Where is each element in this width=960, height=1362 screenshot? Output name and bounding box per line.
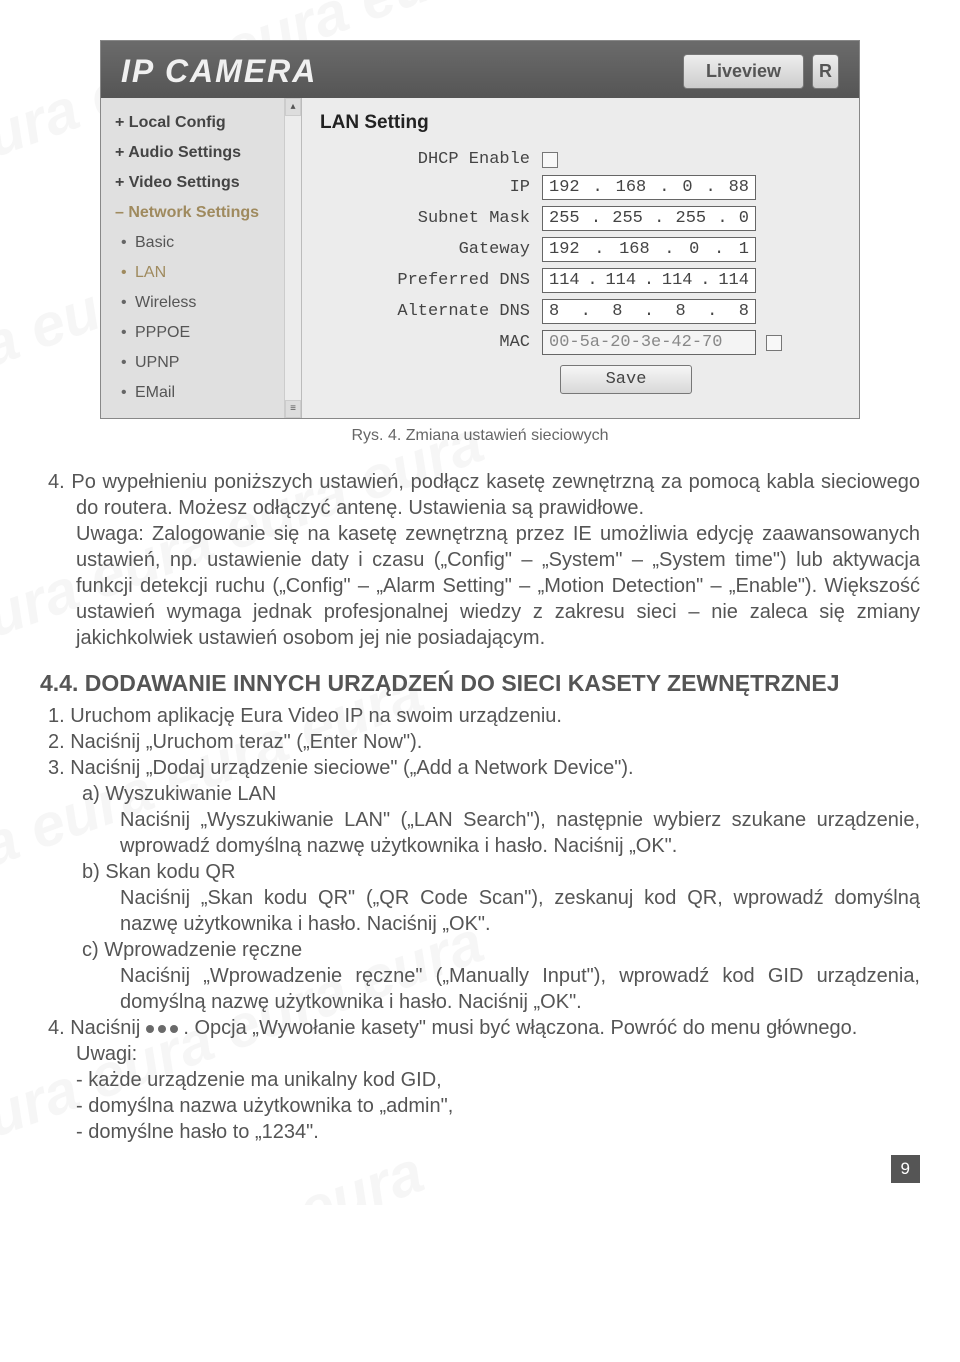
gateway-input[interactable]: 192. 168. 0. 1 (542, 237, 756, 262)
ip-oct3: 0 (682, 178, 692, 197)
step-3a-body: Naciśnij „Wyszukiwanie LAN" („LAN Search… (40, 807, 920, 859)
step-3c-heading: c) Wprowadzenie ręczne (40, 937, 920, 963)
three-dots-icon (146, 1025, 178, 1033)
step-3b-heading: b) Skan kodu QR (40, 859, 920, 885)
step-3a-heading: a) Wyszukiwanie LAN (40, 781, 920, 807)
step-1: 1. Uruchom aplikację Eura Video IP na sw… (40, 703, 920, 729)
sidebar-item-network[interactable]: – Network Settings (101, 198, 301, 228)
ip-oct1: 192 (549, 178, 580, 197)
sidebar-item-email[interactable]: EMail (101, 378, 301, 408)
label-mac: MAC (350, 333, 542, 352)
liveview-button[interactable]: Liveview (683, 54, 804, 89)
ip-oct2: 168 (616, 178, 647, 197)
screenshot-lan-setting: IP CAMERA Liveview R + Local Config + Au… (100, 40, 860, 419)
note-1: - każde urządzenie ma unikalny kod GID, (76, 1067, 920, 1093)
paragraph-4-note: Uwaga: Zalogowanie się na kasetę zewnętr… (40, 521, 920, 651)
section-heading-4-4: 4.4. DODAWANIE INNYCH URZĄDZEŃ DO SIECI … (40, 669, 920, 699)
screenshot-topbar: IP CAMERA Liveview R (101, 41, 859, 98)
ip-input[interactable]: 192. 168. 0. 88 (542, 175, 756, 200)
logo-text: IP CAMERA (121, 53, 317, 90)
note-3: - domyślne hasło to „1234". (76, 1119, 920, 1145)
note-2: - domyślna nazwa użytkownika to „admin", (76, 1093, 920, 1119)
mac-field: 00-5a-20-3e-42-70 (542, 330, 756, 355)
scroll-up-icon[interactable]: ▴ (285, 98, 301, 116)
sidebar-item-upnp[interactable]: UPNP (101, 348, 301, 378)
sidebar-scrollbar[interactable]: ▴ ≡ (284, 98, 301, 418)
label-preferred-dns: Preferred DNS (350, 271, 542, 290)
sidebar-item-audio[interactable]: + Audio Settings (101, 138, 301, 168)
sidebar-item-pppoe[interactable]: PPPOE (101, 318, 301, 348)
sidebar-item-wireless[interactable]: Wireless (101, 288, 301, 318)
ip-oct4: 88 (729, 178, 749, 197)
sidebar-item-lan[interactable]: LAN (101, 258, 301, 288)
label-ip: IP (350, 178, 542, 197)
page-number: 9 (891, 1155, 920, 1183)
right-button-fragment[interactable]: R (812, 54, 839, 89)
mac-side-checkbox[interactable] (766, 335, 782, 351)
preferred-dns-input[interactable]: 114. 114. 114. 114 (542, 268, 756, 293)
label-dhcp: DHCP Enable (350, 150, 542, 169)
subnet-input[interactable]: 255. 255. 255. 0 (542, 206, 756, 231)
save-button[interactable]: Save (560, 365, 692, 394)
step-3: 3. Naciśnij „Dodaj urządzenie sieciowe" … (40, 755, 920, 781)
panel-title: LAN Setting (320, 112, 841, 134)
sidebar-item-video[interactable]: + Video Settings (101, 168, 301, 198)
step-2: 2. Naciśnij „Uruchom teraz" („Enter Now"… (40, 729, 920, 755)
alternate-dns-input[interactable]: 8. 8. 8. 8 (542, 299, 756, 324)
notes-heading: Uwagi: (76, 1041, 920, 1067)
label-subnet: Subnet Mask (350, 209, 542, 228)
main-panel: LAN Setting DHCP Enable IP 192. 168. 0. … (302, 98, 859, 418)
step-4: 4. Naciśnij . Opcja „Wywołanie kasety" m… (40, 1015, 920, 1041)
dhcp-checkbox[interactable] (542, 152, 558, 168)
figure-caption: Rys. 4. Zmiana ustawień sieciowych (40, 427, 920, 445)
label-gateway: Gateway (350, 240, 542, 259)
sidebar: + Local Config + Audio Settings + Video … (101, 98, 302, 418)
scroll-drag-icon[interactable]: ≡ (285, 400, 301, 418)
sidebar-item-basic[interactable]: Basic (101, 228, 301, 258)
step-3c-body: Naciśnij „Wprowadzenie ręczne" („Manuall… (40, 963, 920, 1015)
step-3b-body: Naciśnij „Skan kodu QR" („QR Code Scan")… (40, 885, 920, 937)
sidebar-item-local-config[interactable]: + Local Config (101, 108, 301, 138)
label-alternate-dns: Alternate DNS (350, 302, 542, 321)
paragraph-4: 4. Po wypełnieniu poniższych ustawień, p… (40, 469, 920, 521)
